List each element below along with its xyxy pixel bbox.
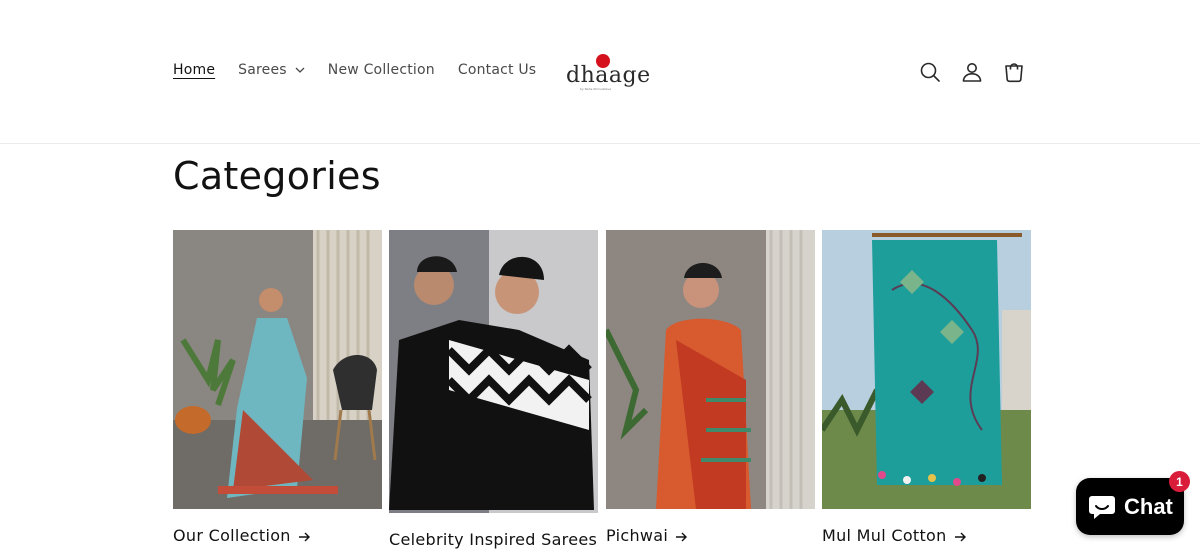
nav-new-collection-link[interactable]: New Collection [328,62,435,78]
category-label-link[interactable]: Pichwai [606,526,688,545]
header-icons [918,60,1044,84]
cart-icon[interactable] [1002,60,1026,84]
chat-button[interactable]: Chat [1076,478,1184,535]
arrow-right-icon [954,532,966,541]
nav-contact-link[interactable]: Contact Us [458,62,536,78]
category-card-mul-mul-cotton[interactable]: Mul Mul Cotton [819,230,1031,545]
category-label-link[interactable]: Mul Mul Cotton [822,526,967,545]
site-header: Home Sarees New Collection Contact Us dh… [0,0,1200,144]
nav-sarees-label: Sarees [238,62,287,78]
chat-notification-badge: 1 [1169,471,1190,492]
category-image [389,230,598,513]
search-icon[interactable] [918,60,942,84]
brand-name: dhaage [566,63,651,88]
category-label: Celebrity Inspired Sarees [389,530,598,549]
category-label: Pichwai [606,526,669,545]
category-image [819,230,1031,509]
arrow-right-icon [676,532,688,541]
brand-logo[interactable]: dhaage by Neha Shrivastava [566,53,650,93]
category-label-link[interactable]: Our Collection [173,526,311,545]
category-label: Mul Mul Cotton [822,526,947,545]
chat-label: Chat [1124,493,1173,519]
chevron-down-icon [295,67,305,73]
category-image [603,230,815,509]
nav-sarees-link[interactable]: Sarees [238,62,305,78]
chat-bubble-icon [1089,495,1115,519]
arrow-right-icon [298,532,310,541]
nav-home-link[interactable]: Home [173,62,215,78]
account-icon[interactable] [960,60,984,84]
brand-tagline: by Neha Shrivastava [580,87,612,91]
section-title: Categories [173,154,381,198]
category-card-celebrity-inspired[interactable]: Celebrity Inspired Sarees [389,230,598,549]
category-label: Our Collection [173,526,291,545]
category-card-our-collection[interactable]: Our Collection [173,230,382,545]
main-nav: Home Sarees New Collection Contact Us [173,62,559,78]
category-image [173,230,382,509]
category-card-pichwai[interactable]: Pichwai [603,230,815,545]
category-label-link[interactable]: Celebrity Inspired Sarees [389,530,597,549]
